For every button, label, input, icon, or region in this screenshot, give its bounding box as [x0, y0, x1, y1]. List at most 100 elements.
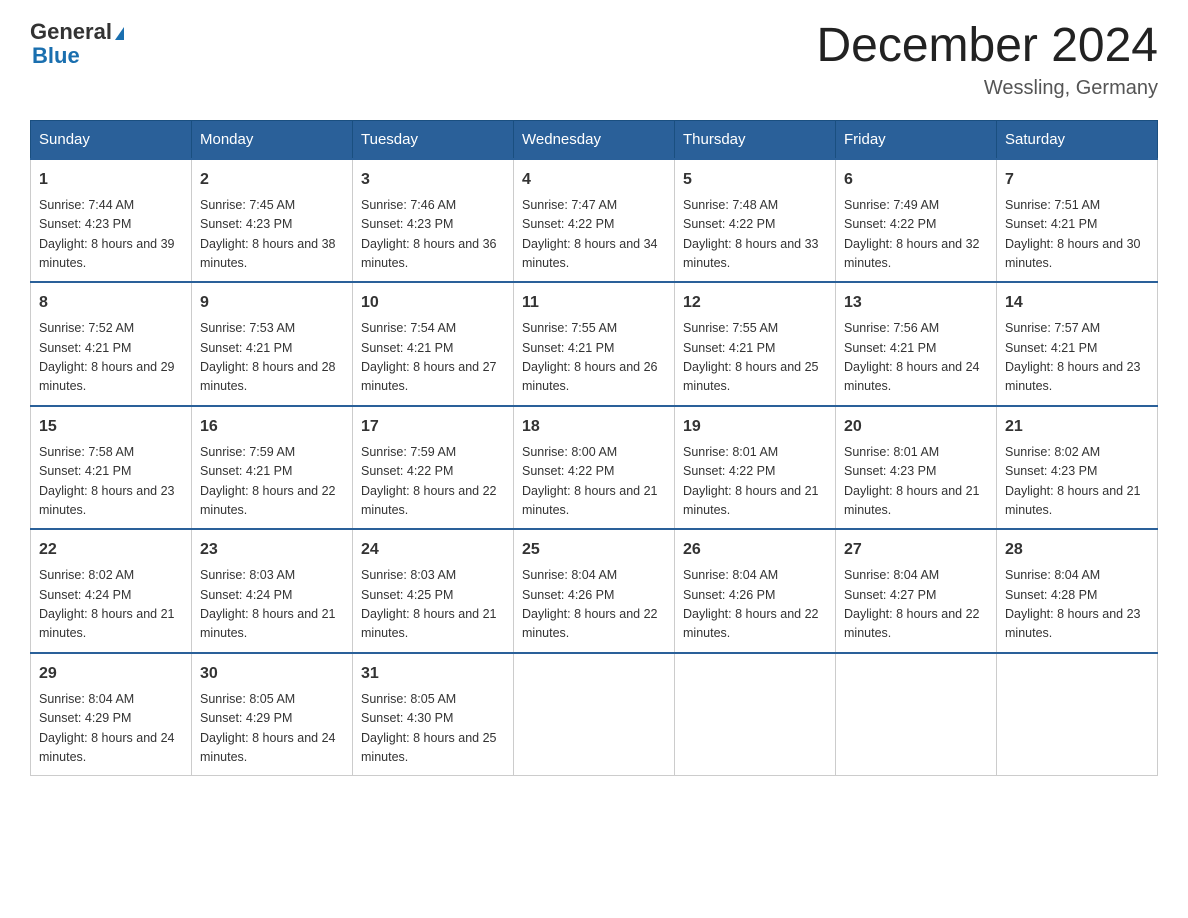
day-info: Sunrise: 8:04 AMSunset: 4:26 PMDaylight:… — [522, 568, 658, 640]
day-number: 24 — [361, 538, 505, 562]
day-info: Sunrise: 7:57 AMSunset: 4:21 PMDaylight:… — [1005, 321, 1141, 393]
calendar-cell: 31Sunrise: 8:05 AMSunset: 4:30 PMDayligh… — [353, 653, 514, 776]
column-header-saturday: Saturday — [997, 120, 1158, 159]
logo: General Blue — [30, 20, 124, 68]
calendar-cell: 20Sunrise: 8:01 AMSunset: 4:23 PMDayligh… — [836, 406, 997, 530]
calendar-cell: 24 Sunrise: 8:03 AMSunset: 4:25 PMDayligh… — [353, 529, 514, 653]
calendar-cell: 25 Sunrise: 8:04 AMSunset: 4:26 PMDayligh… — [514, 529, 675, 653]
day-info: Sunrise: 8:05 AMSunset: 4:30 PMDaylight:… — [361, 692, 497, 764]
day-number: 11 — [522, 291, 666, 315]
title-block: December 2024 Wessling, Germany — [816, 20, 1158, 100]
calendar-cell: 23 Sunrise: 8:03 AMSunset: 4:24 PMDayligh… — [192, 529, 353, 653]
calendar-cell: 2Sunrise: 7:45 AMSunset: 4:23 PMDaylight… — [192, 159, 353, 283]
calendar-cell: 29 Sunrise: 8:04 AMSunset: 4:29 PMDayligh… — [31, 653, 192, 776]
day-number: 9 — [200, 291, 344, 315]
day-info: Sunrise: 7:55 AMSunset: 4:21 PMDaylight:… — [522, 321, 658, 393]
calendar-cell — [836, 653, 997, 776]
day-info: Sunrise: 7:46 AMSunset: 4:23 PMDaylight:… — [361, 198, 497, 270]
month-year-title: December 2024 — [816, 20, 1158, 73]
calendar-week-row: 22 Sunrise: 8:02 AMSunset: 4:24 PMDayligh… — [31, 529, 1158, 653]
day-info: Sunrise: 8:02 AMSunset: 4:24 PMDaylight:… — [39, 568, 175, 640]
day-number: 25 — [522, 538, 666, 562]
day-info: Sunrise: 8:04 AMSunset: 4:29 PMDaylight:… — [39, 692, 175, 764]
calendar-week-row: 1 Sunrise: 7:44 AMSunset: 4:23 PMDaylight… — [31, 159, 1158, 283]
day-number: 6 — [844, 168, 988, 192]
calendar-cell: 27 Sunrise: 8:04 AMSunset: 4:27 PMDayligh… — [836, 529, 997, 653]
day-number: 5 — [683, 168, 827, 192]
column-header-wednesday: Wednesday — [514, 120, 675, 159]
page-header: General Blue December 2024 Wessling, Ger… — [30, 20, 1158, 100]
calendar-cell: 16 Sunrise: 7:59 AMSunset: 4:21 PMDayligh… — [192, 406, 353, 530]
day-info: Sunrise: 8:05 AMSunset: 4:29 PMDaylight:… — [200, 692, 336, 764]
day-number: 15 — [39, 415, 183, 439]
day-number: 18 — [522, 415, 666, 439]
day-number: 4 — [522, 168, 666, 192]
day-number: 13 — [844, 291, 988, 315]
day-info: Sunrise: 7:58 AMSunset: 4:21 PMDaylight:… — [39, 445, 175, 517]
calendar-cell: 14 Sunrise: 7:57 AMSunset: 4:21 PMDayligh… — [997, 282, 1158, 406]
day-number: 14 — [1005, 291, 1149, 315]
calendar-table: SundayMondayTuesdayWednesdayThursdayFrid… — [30, 120, 1158, 777]
day-number: 22 — [39, 538, 183, 562]
column-header-thursday: Thursday — [675, 120, 836, 159]
calendar-cell: 6 Sunrise: 7:49 AMSunset: 4:22 PMDaylight… — [836, 159, 997, 283]
calendar-cell: 18 Sunrise: 8:00 AMSunset: 4:22 PMDayligh… — [514, 406, 675, 530]
day-info: Sunrise: 7:55 AMSunset: 4:21 PMDaylight:… — [683, 321, 819, 393]
day-info: Sunrise: 7:48 AMSunset: 4:22 PMDaylight:… — [683, 198, 819, 270]
calendar-cell: 1 Sunrise: 7:44 AMSunset: 4:23 PMDaylight… — [31, 159, 192, 283]
calendar-cell: 12 Sunrise: 7:55 AMSunset: 4:21 PMDayligh… — [675, 282, 836, 406]
day-number: 19 — [683, 415, 827, 439]
day-info: Sunrise: 8:04 AMSunset: 4:27 PMDaylight:… — [844, 568, 980, 640]
day-info: Sunrise: 8:03 AMSunset: 4:24 PMDaylight:… — [200, 568, 336, 640]
calendar-header-row: SundayMondayTuesdayWednesdayThursdayFrid… — [31, 120, 1158, 159]
day-info: Sunrise: 8:00 AMSunset: 4:22 PMDaylight:… — [522, 445, 658, 517]
day-number: 1 — [39, 168, 183, 192]
day-number: 20 — [844, 415, 988, 439]
day-number: 10 — [361, 291, 505, 315]
day-info: Sunrise: 7:47 AMSunset: 4:22 PMDaylight:… — [522, 198, 658, 270]
day-info: Sunrise: 7:44 AMSunset: 4:23 PMDaylight:… — [39, 198, 175, 270]
location-subtitle: Wessling, Germany — [816, 77, 1158, 100]
calendar-cell: 8Sunrise: 7:52 AMSunset: 4:21 PMDaylight… — [31, 282, 192, 406]
day-number: 12 — [683, 291, 827, 315]
calendar-cell: 11 Sunrise: 7:55 AMSunset: 4:21 PMDayligh… — [514, 282, 675, 406]
day-number: 27 — [844, 538, 988, 562]
column-header-tuesday: Tuesday — [353, 120, 514, 159]
day-number: 7 — [1005, 168, 1149, 192]
calendar-week-row: 29 Sunrise: 8:04 AMSunset: 4:29 PMDayligh… — [31, 653, 1158, 776]
day-number: 29 — [39, 662, 183, 686]
calendar-cell — [514, 653, 675, 776]
calendar-cell: 21Sunrise: 8:02 AMSunset: 4:23 PMDayligh… — [997, 406, 1158, 530]
day-info: Sunrise: 7:59 AMSunset: 4:21 PMDaylight:… — [200, 445, 336, 517]
calendar-cell: 13 Sunrise: 7:56 AMSunset: 4:21 PMDayligh… — [836, 282, 997, 406]
day-info: Sunrise: 7:56 AMSunset: 4:21 PMDaylight:… — [844, 321, 980, 393]
day-number: 17 — [361, 415, 505, 439]
calendar-cell: 28Sunrise: 8:04 AMSunset: 4:28 PMDayligh… — [997, 529, 1158, 653]
calendar-week-row: 15 Sunrise: 7:58 AMSunset: 4:21 PMDayligh… — [31, 406, 1158, 530]
day-info: Sunrise: 8:02 AMSunset: 4:23 PMDaylight:… — [1005, 445, 1141, 517]
day-number: 16 — [200, 415, 344, 439]
column-header-sunday: Sunday — [31, 120, 192, 159]
day-number: 28 — [1005, 538, 1149, 562]
day-info: Sunrise: 8:03 AMSunset: 4:25 PMDaylight:… — [361, 568, 497, 640]
calendar-cell: 5 Sunrise: 7:48 AMSunset: 4:22 PMDaylight… — [675, 159, 836, 283]
day-info: Sunrise: 8:04 AMSunset: 4:26 PMDaylight:… — [683, 568, 819, 640]
calendar-cell: 10 Sunrise: 7:54 AMSunset: 4:21 PMDayligh… — [353, 282, 514, 406]
logo-text: General — [30, 20, 124, 44]
day-info: Sunrise: 7:53 AMSunset: 4:21 PMDaylight:… — [200, 321, 336, 393]
day-number: 26 — [683, 538, 827, 562]
day-info: Sunrise: 7:49 AMSunset: 4:22 PMDaylight:… — [844, 198, 980, 270]
day-number: 23 — [200, 538, 344, 562]
calendar-cell: 3 Sunrise: 7:46 AMSunset: 4:23 PMDaylight… — [353, 159, 514, 283]
calendar-cell: 26 Sunrise: 8:04 AMSunset: 4:26 PMDayligh… — [675, 529, 836, 653]
calendar-week-row: 8Sunrise: 7:52 AMSunset: 4:21 PMDaylight… — [31, 282, 1158, 406]
day-number: 3 — [361, 168, 505, 192]
calendar-cell: 4 Sunrise: 7:47 AMSunset: 4:22 PMDaylight… — [514, 159, 675, 283]
day-info: Sunrise: 7:54 AMSunset: 4:21 PMDaylight:… — [361, 321, 497, 393]
calendar-cell: 22 Sunrise: 8:02 AMSunset: 4:24 PMDayligh… — [31, 529, 192, 653]
day-info: Sunrise: 7:52 AMSunset: 4:21 PMDaylight:… — [39, 321, 175, 393]
calendar-cell — [997, 653, 1158, 776]
column-header-friday: Friday — [836, 120, 997, 159]
day-info: Sunrise: 7:59 AMSunset: 4:22 PMDaylight:… — [361, 445, 497, 517]
calendar-cell: 19Sunrise: 8:01 AMSunset: 4:22 PMDayligh… — [675, 406, 836, 530]
